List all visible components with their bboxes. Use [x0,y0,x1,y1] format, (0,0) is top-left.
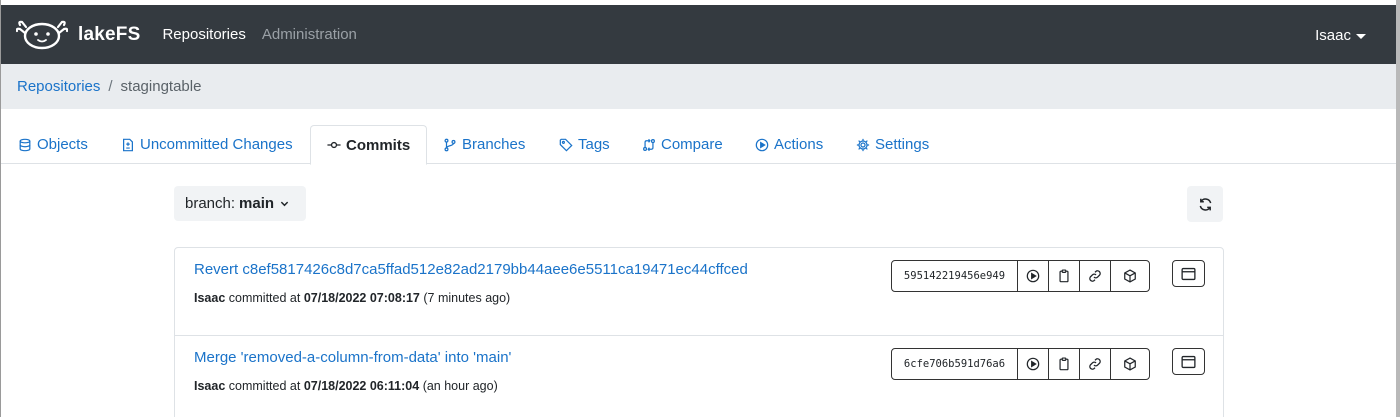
tab-compare[interactable]: Compare [642,125,723,164]
top-navbar: lakeFS Repositories Administration Isaac [1,5,1396,64]
tab-objects[interactable]: Objects [18,125,88,164]
view-metadata-button[interactable] [1111,261,1149,291]
commit-sha-button[interactable]: 595142219456e949 [892,261,1018,291]
tab-label: Actions [774,136,824,153]
package-icon [1124,269,1136,283]
commit-message-link[interactable]: Merge 'removed-a-column-from-data' into … [194,349,511,366]
axolotl-logo-icon [16,20,68,49]
repo-tabs: Objects Uncommitted Changes Commits Bran… [1,125,1396,165]
clipboard-icon [1059,357,1069,371]
tab-label: Commits [346,136,411,154]
clipboard-icon [1059,269,1069,283]
brand[interactable]: lakeFS [16,19,140,51]
copy-id-button[interactable] [1049,261,1080,291]
browse-objects-button[interactable] [1172,260,1205,287]
caret-down-icon [1356,34,1366,39]
play-icon [755,138,769,151]
copy-link-button[interactable] [1080,349,1111,379]
tab-branches[interactable]: Branches [443,125,525,164]
link-icon [1089,270,1101,282]
play-circle-icon [1026,269,1040,283]
view-actions-button[interactable] [1018,349,1049,379]
view-metadata-button[interactable] [1111,349,1149,379]
user-menu[interactable]: Isaac [1315,27,1366,44]
browser-icon [1181,267,1196,280]
chevron-down-icon [280,201,289,207]
browse-objects-button[interactable] [1172,348,1205,375]
tab-settings[interactable]: Settings [856,125,929,164]
commit-meta: Isaac committed at 07/18/2022 07:08:17 (… [194,291,510,305]
git-branch-icon [444,138,456,151]
commit-message-link[interactable]: Revert c8ef5817426c8d7ca5ffad512e82ad217… [194,261,748,278]
git-commit-icon [327,141,341,149]
tab-tags[interactable]: Tags [559,125,610,164]
commit-actions-group: 595142219456e949 [891,260,1150,292]
breadcrumb-current-repo: stagingtable [120,78,202,95]
branch-selector[interactable]: branch: main [174,186,306,221]
copy-link-button[interactable] [1080,261,1111,291]
commit-meta: Isaac committed at 07/18/2022 06:11:04 (… [194,379,498,393]
commit-timestamp: 07/18/2022 06:11:04 [303,379,420,393]
commit-relative-time: (an hour ago) [422,379,498,393]
commit-list: Revert c8ef5817426c8d7ca5ffad512e82ad217… [174,247,1224,417]
commit-timestamp: 07/18/2022 07:08:17 [303,291,420,305]
committer: Isaac [194,291,226,305]
tab-commits[interactable]: Commits [310,125,428,165]
commit-verb: committed at [228,379,301,393]
nav-link-repositories[interactable]: Repositories [162,26,245,43]
tab-uncommitted-changes[interactable]: Uncommitted Changes [121,125,293,164]
breadcrumb-repositories-link[interactable]: Repositories [17,78,100,95]
commit-row: Merge 'removed-a-column-from-data' into … [175,335,1223,417]
package-icon [1124,357,1136,371]
view-actions-button[interactable] [1018,261,1049,291]
commit-relative-time: (7 minutes ago) [423,291,511,305]
commit-verb: committed at [228,291,301,305]
tab-actions[interactable]: Actions [755,125,823,164]
copy-id-button[interactable] [1049,349,1080,379]
refresh-button[interactable] [1187,186,1223,222]
tab-label: Uncommitted Changes [140,136,293,153]
commit-sha-button[interactable]: 6cfe706b591d76a6 [892,349,1018,379]
tab-label: Compare [661,136,723,153]
branch-prefix: branch: [185,195,236,212]
commit-actions-group: 6cfe706b591d76a6 [891,348,1150,380]
tag-icon [559,138,573,152]
gear-icon [856,138,870,151]
committer: Isaac [194,379,226,393]
breadcrumb-separator: / [108,78,113,95]
tab-label: Objects [37,136,88,153]
link-icon [1089,358,1101,370]
nav-link-administration[interactable]: Administration [262,26,357,43]
brand-name: lakeFS [78,23,141,45]
tab-label: Tags [578,136,610,153]
git-compare-icon [643,138,655,151]
commit-row: Revert c8ef5817426c8d7ca5ffad512e82ad217… [175,248,1223,335]
user-name: Isaac [1315,27,1351,44]
browser-icon [1181,355,1196,368]
database-icon [19,138,31,151]
sync-icon [1199,197,1211,211]
breadcrumb: Repositories / stagingtable [1,64,1396,109]
window-right-edge [1396,0,1400,417]
branch-name: main [239,195,275,212]
play-circle-icon [1026,357,1040,371]
tab-label: Branches [462,136,526,153]
tab-label: Settings [875,136,930,153]
file-diff-icon [123,138,133,151]
